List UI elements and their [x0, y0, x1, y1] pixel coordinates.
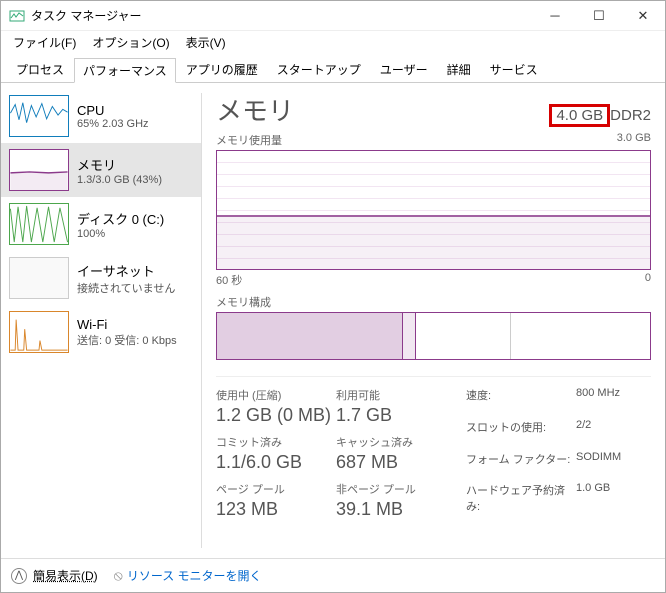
content: CPU 65% 2.03 GHz メモリ 1.3/3.0 GB (43%)	[1, 83, 665, 558]
chart-line	[217, 215, 650, 217]
usage-label: メモリ使用量	[216, 132, 282, 148]
memory-composition-chart	[216, 312, 651, 360]
cpu-title: CPU	[77, 103, 149, 118]
in-use-label: 使用中 (圧縮)	[216, 387, 336, 403]
cached-label: キャッシュ済み	[336, 434, 446, 450]
available-value: 1.7 GB	[336, 405, 446, 426]
cpu-thumb	[9, 95, 69, 137]
resource-monitor-label: リソース モニターを開く	[127, 567, 262, 584]
ethernet-thumb	[9, 257, 69, 299]
wifi-text: Wi-Fi 送信: 0 受信: 0 Kbps	[77, 317, 177, 348]
sidebar-item-memory[interactable]: メモリ 1.3/3.0 GB (43%)	[1, 143, 201, 197]
slots-value: 2/2	[576, 419, 621, 447]
memory-thumb	[9, 149, 69, 191]
comp-standby	[416, 313, 511, 359]
committed-label: コミット済み	[216, 434, 336, 450]
tab-app-history[interactable]: アプリの履歴	[177, 57, 267, 82]
cpu-sub: 65% 2.03 GHz	[77, 118, 149, 130]
cpu-text: CPU 65% 2.03 GHz	[77, 103, 149, 130]
usage-label-row: メモリ使用量 3.0 GB	[216, 132, 651, 148]
menu-file[interactable]: ファイル(F)	[5, 32, 84, 53]
task-manager-window: タスク マネージャー ─ ☐ ✕ ファイル(F) オプション(O) 表示(V) …	[0, 0, 666, 593]
committed-value: 1.1/6.0 GB	[216, 452, 336, 473]
ethernet-text: イーサネット 接続されていません	[77, 261, 175, 296]
main-header: メモリ 4.0 GBDDR2	[216, 91, 651, 128]
tab-users[interactable]: ユーザー	[371, 57, 437, 82]
disk-text: ディスク 0 (C:) 100%	[77, 209, 164, 240]
sidebar-item-wifi[interactable]: Wi-Fi 送信: 0 受信: 0 Kbps	[1, 305, 201, 359]
menu-options[interactable]: オプション(O)	[84, 32, 177, 53]
speed-label: 速度:	[466, 387, 576, 415]
chart-axis: 60 秒 0	[216, 272, 651, 288]
memory-title: メモリ	[77, 155, 162, 174]
nonpaged-label: 非ページ プール	[336, 481, 446, 497]
tab-processes[interactable]: プロセス	[7, 57, 73, 82]
tab-details[interactable]: 詳細	[438, 57, 480, 82]
sidebar-item-disk[interactable]: ディスク 0 (C:) 100%	[1, 197, 201, 251]
comp-free	[511, 313, 650, 359]
sidebar-item-cpu[interactable]: CPU 65% 2.03 GHz	[1, 89, 201, 143]
resource-monitor-link[interactable]: リソース モニターを開く	[114, 567, 262, 584]
paged-label: ページ プール	[216, 481, 336, 497]
tab-services[interactable]: サービス	[481, 57, 547, 82]
cached-value: 687 MB	[336, 452, 446, 473]
comp-used	[217, 313, 403, 359]
fewer-details-link[interactable]: 簡易表示(D)	[33, 567, 98, 584]
disk-title: ディスク 0 (C:)	[77, 209, 164, 228]
usage-max: 3.0 GB	[617, 132, 651, 148]
memory-usage-chart	[216, 150, 651, 270]
reserved-label: ハードウェア予約済み:	[466, 482, 576, 526]
minimize-button[interactable]: ─	[533, 1, 577, 31]
paged-value: 123 MB	[216, 499, 336, 520]
menu-view[interactable]: 表示(V)	[178, 32, 234, 53]
titlebar: タスク マネージャー ─ ☐ ✕	[1, 1, 665, 31]
composition-label: メモリ構成	[216, 294, 271, 310]
speed-value: 800 MHz	[576, 387, 621, 415]
tabs: プロセス パフォーマンス アプリの履歴 スタートアップ ユーザー 詳細 サービス	[1, 53, 665, 83]
app-icon	[9, 8, 25, 24]
in-use-value: 1.2 GB (0 MB)	[216, 405, 336, 426]
stats-right: 速度: 800 MHz スロットの使用: 2/2 フォーム ファクター: SOD…	[466, 387, 621, 526]
sidebar: CPU 65% 2.03 GHz メモリ 1.3/3.0 GB (43%)	[1, 83, 201, 558]
tab-performance[interactable]: パフォーマンス	[74, 58, 176, 83]
slots-label: スロットの使用:	[466, 419, 576, 447]
stats-left: 使用中 (圧縮) 利用可能 1.2 GB (0 MB) 1.7 GB コミット済…	[216, 387, 446, 526]
disk-thumb	[9, 203, 69, 245]
memory-total: 4.0 GBDDR2	[549, 107, 651, 124]
menubar: ファイル(F) オプション(O) 表示(V)	[1, 31, 665, 53]
sidebar-item-ethernet[interactable]: イーサネット 接続されていません	[1, 251, 201, 305]
composition-label-row: メモリ構成	[216, 294, 651, 310]
tab-startup[interactable]: スタートアップ	[268, 57, 370, 82]
form-label: フォーム ファクター:	[466, 451, 576, 479]
comp-modified	[403, 313, 416, 359]
form-value: SODIMM	[576, 451, 621, 479]
axis-right: 0	[645, 272, 651, 288]
axis-left: 60 秒	[216, 272, 242, 288]
reserved-value: 1.0 GB	[576, 482, 621, 526]
page-title: メモリ	[216, 91, 294, 128]
memory-type: DDR2	[610, 107, 651, 124]
wifi-thumb	[9, 311, 69, 353]
main-panel: メモリ 4.0 GBDDR2 メモリ使用量 3.0 GB 60 秒 0 メモリ構…	[202, 83, 665, 558]
window-title: タスク マネージャー	[31, 7, 533, 24]
close-button[interactable]: ✕	[621, 1, 665, 31]
ethernet-title: イーサネット	[77, 261, 175, 280]
wifi-title: Wi-Fi	[77, 317, 177, 332]
stats: 使用中 (圧縮) 利用可能 1.2 GB (0 MB) 1.7 GB コミット済…	[216, 376, 651, 526]
chart-fill	[217, 217, 650, 269]
nonpaged-value: 39.1 MB	[336, 499, 446, 520]
memory-total-highlight: 4.0 GB	[549, 104, 610, 127]
wifi-sub: 送信: 0 受信: 0 Kbps	[77, 332, 177, 348]
memory-text: メモリ 1.3/3.0 GB (43%)	[77, 155, 162, 186]
footer: ⋀ 簡易表示(D) リソース モニターを開く	[1, 558, 665, 592]
available-label: 利用可能	[336, 387, 446, 403]
memory-sub: 1.3/3.0 GB (43%)	[77, 174, 162, 186]
window-controls: ─ ☐ ✕	[533, 1, 665, 31]
disk-sub: 100%	[77, 228, 164, 240]
maximize-button[interactable]: ☐	[577, 1, 621, 31]
chevron-up-icon[interactable]: ⋀	[11, 568, 27, 584]
ethernet-sub: 接続されていません	[77, 280, 175, 296]
